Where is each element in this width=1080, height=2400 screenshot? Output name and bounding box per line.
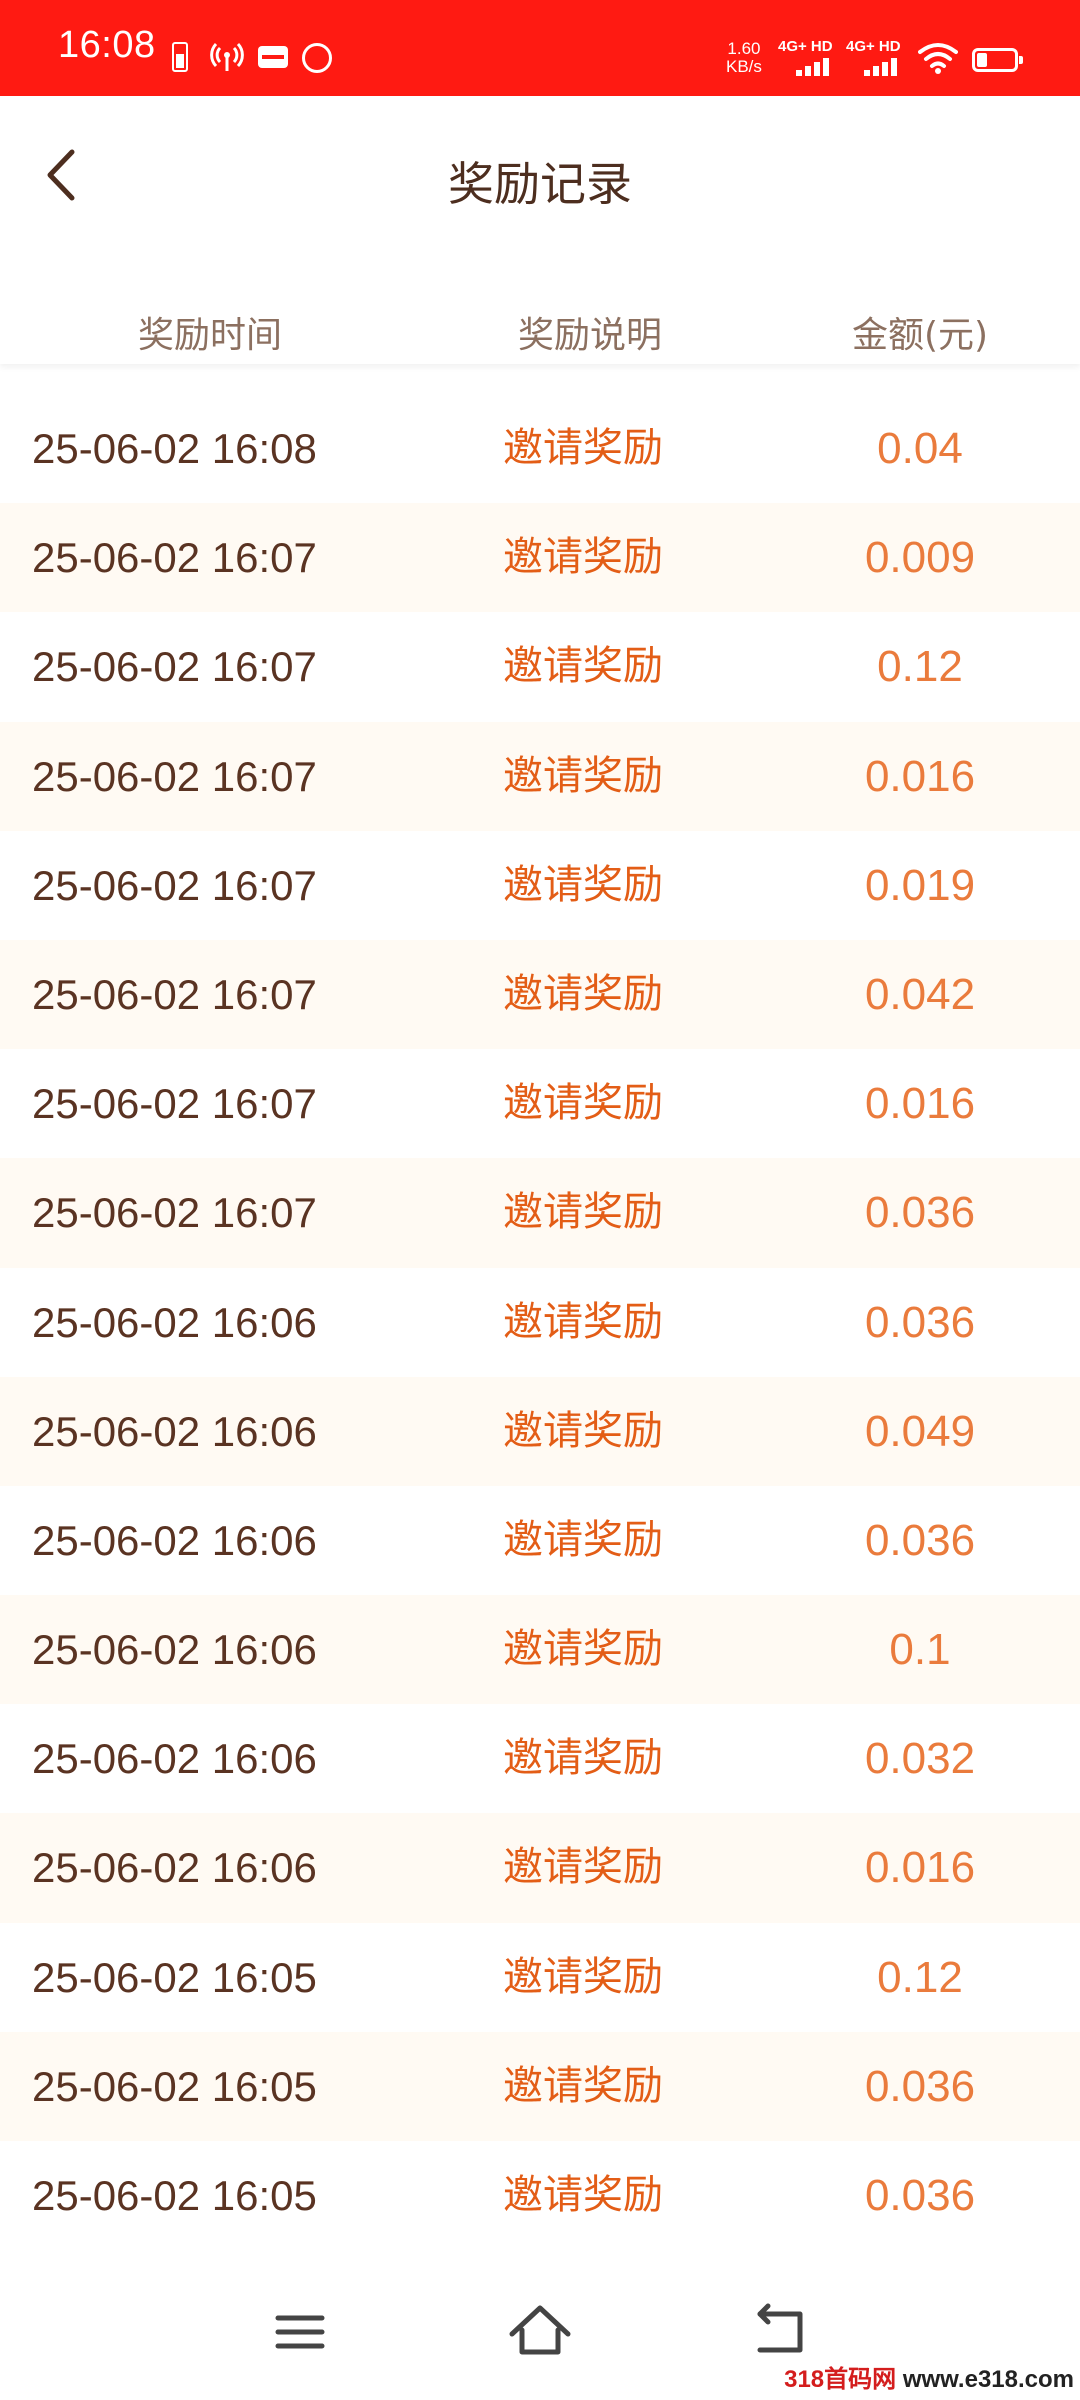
reward-time: 25-06-02 16:07 — [32, 861, 317, 909]
status-time: 16:08 — [58, 24, 156, 66]
reward-amount: 0.042 — [864, 969, 976, 1019]
table-row: 25-06-02 16:06 邀请奖励 0.016 — [0, 1813, 1080, 1923]
reward-amount: 0.12 — [877, 1952, 963, 2002]
reward-description: 邀请奖励 — [503, 643, 663, 690]
reward-time: 25-06-02 16:07 — [32, 970, 317, 1018]
system-nav-bar: 318首码网 www.e318.com — [0, 2270, 1080, 2400]
hotspot-icon — [210, 42, 244, 71]
table-row: 25-06-02 16:07 邀请奖励 0.019 — [0, 830, 1080, 940]
watermark: 318首码网 www.e318.com — [784, 2366, 1074, 2393]
table-row: 25-06-02 16:05 邀请奖励 0.036 — [0, 2031, 1080, 2141]
reward-amount: 0.036 — [864, 1188, 976, 1238]
reward-amount: 0.12 — [877, 642, 963, 692]
reward-description: 邀请奖励 — [503, 1844, 663, 1891]
table-row: 25-06-02 16:07 邀请奖励 0.016 — [0, 1049, 1080, 1159]
home-button[interactable] — [500, 2292, 580, 2372]
battery-saver-icon — [172, 42, 188, 72]
table-row: 25-06-02 16:05 邀请奖励 0.036 — [0, 2141, 1080, 2251]
table-row: 25-06-02 16:07 邀请奖励 0.036 — [0, 1158, 1080, 1268]
signal-icon: 4G+ HD — [846, 38, 906, 80]
reward-description: 邀请奖励 — [503, 1298, 663, 1345]
table-row: 25-06-02 16:06 邀请奖励 0.036 — [0, 1485, 1080, 1596]
column-header-desc: 奖励说明 — [517, 315, 662, 356]
reward-amount: 0.036 — [864, 1297, 976, 1347]
reward-time: 25-06-02 16:07 — [32, 1080, 317, 1128]
reward-description: 邀请奖励 — [503, 752, 663, 799]
menu-button[interactable] — [260, 2292, 340, 2372]
app-notification-icon — [302, 43, 332, 73]
wifi-icon — [918, 43, 958, 74]
signal-icon: 4G+ HD — [778, 38, 838, 80]
column-header-amount: 金额(元) — [851, 315, 989, 356]
reward-amount: 0.009 — [864, 533, 976, 583]
reward-amount: 0.019 — [864, 860, 976, 910]
reward-amount: 0.036 — [864, 2171, 976, 2220]
reward-amount: 0.032 — [864, 1734, 976, 1784]
reward-description: 邀请奖励 — [503, 861, 663, 908]
reward-description: 邀请奖励 — [503, 2172, 663, 2218]
reward-amount: 0.016 — [864, 1843, 976, 1893]
reward-time: 25-06-02 16:06 — [32, 1735, 317, 1783]
table-row: 25-06-02 16:06 邀请奖励 0.032 — [0, 1704, 1080, 1814]
home-icon — [509, 2305, 571, 2355]
page-header: 奖励记录 奖励时间 奖励说明 金额(元) — [0, 96, 1080, 364]
reward-time: 25-06-02 16:05 — [32, 2062, 317, 2110]
reward-time: 25-06-02 16:08 — [32, 425, 317, 472]
reward-record-list: 25-06-02 16:08 邀请奖励 0.04 25-06-02 16:07 邀请奖励… — [0, 394, 1080, 2251]
reward-amount: 0.016 — [864, 751, 976, 801]
reward-amount: 0.1 — [889, 1625, 951, 1675]
table-row: 25-06-02 16:07 邀请奖励 0.042 — [0, 939, 1080, 1050]
network-speed: 1.60 KB/s — [726, 39, 762, 76]
reward-time: 25-06-02 16:06 — [32, 1516, 317, 1564]
reward-amount: 0.036 — [864, 2061, 976, 2111]
reward-amount: 0.049 — [864, 1406, 976, 1456]
table-row: 25-06-02 16:05 邀请奖励 0.12 — [0, 1922, 1080, 2032]
battery-icon — [972, 48, 1023, 72]
reward-time: 25-06-02 16:07 — [32, 534, 317, 582]
reward-description: 邀请奖励 — [503, 2062, 663, 2109]
table-row: 25-06-02 16:07 邀请奖励 0.12 — [0, 612, 1080, 722]
status-bar: 16:08 1.60 KB/s 4G+ HD 4G+ HD — [0, 0, 1080, 96]
table-row: 25-06-02 16:06 邀请奖励 0.049 — [0, 1376, 1080, 1486]
reward-description: 邀请奖励 — [503, 425, 663, 471]
reward-amount: 0.04 — [877, 424, 963, 473]
reward-time: 25-06-02 16:06 — [32, 1407, 317, 1455]
table-row: 25-06-02 16:07 邀请奖励 0.016 — [0, 721, 1080, 831]
table-row: 25-06-02 16:08 邀请奖励 0.04 — [0, 394, 1080, 504]
reward-time: 25-06-02 16:05 — [32, 1953, 317, 2001]
reward-time: 25-06-02 16:06 — [32, 1626, 317, 1674]
reward-time: 25-06-02 16:06 — [32, 1844, 317, 1892]
table-row: 25-06-02 16:07 邀请奖励 0.009 — [0, 503, 1080, 613]
reward-description: 邀请奖励 — [503, 1189, 663, 1236]
reward-time: 25-06-02 16:05 — [32, 2172, 317, 2219]
reward-description: 邀请奖励 — [503, 1516, 663, 1563]
reward-description: 邀请奖励 — [503, 1626, 663, 1673]
app-notification-icon — [258, 46, 288, 68]
reward-amount: 0.016 — [864, 1079, 976, 1129]
menu-icon — [275, 2315, 325, 2349]
reward-description: 邀请奖励 — [503, 1953, 663, 2000]
reward-amount: 0.036 — [864, 1515, 976, 1565]
reward-description: 邀请奖励 — [503, 970, 663, 1017]
reward-description: 邀请奖励 — [503, 1080, 663, 1127]
reward-time: 25-06-02 16:06 — [32, 1298, 317, 1346]
column-header-time: 奖励时间 — [137, 315, 282, 356]
reward-time: 25-06-02 16:07 — [32, 643, 317, 691]
reward-description: 邀请奖励 — [503, 1407, 663, 1454]
reward-description: 邀请奖励 — [503, 534, 663, 581]
table-row: 25-06-02 16:06 邀请奖励 0.1 — [0, 1595, 1080, 1705]
reward-description: 邀请奖励 — [503, 1735, 663, 1782]
page-title: 奖励记录 — [448, 157, 632, 211]
reward-time: 25-06-02 16:07 — [32, 1189, 317, 1237]
table-row: 25-06-02 16:06 邀请奖励 0.036 — [0, 1267, 1080, 1377]
reward-time: 25-06-02 16:07 — [32, 752, 317, 800]
